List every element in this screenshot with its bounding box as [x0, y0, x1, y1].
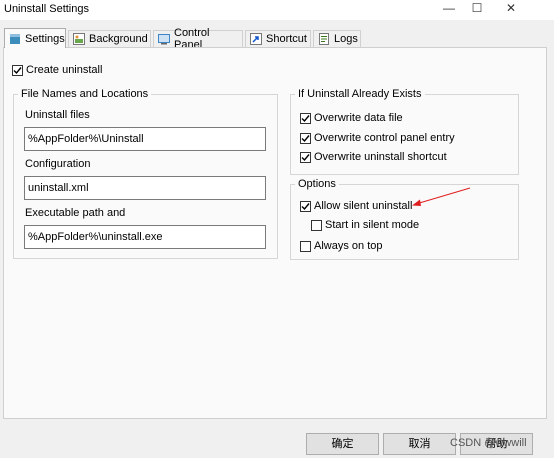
tab-logs-label: Logs	[334, 33, 358, 45]
empty-checkbox-icon	[300, 240, 311, 252]
exec-path-label: Executable path and	[25, 207, 126, 219]
ok-button[interactable]: 确定	[306, 433, 379, 455]
configuration-label: Configuration	[25, 158, 91, 170]
maximize-button[interactable]: ☐	[462, 0, 492, 18]
check-icon	[12, 64, 23, 76]
cancel-button[interactable]: 取消	[383, 433, 456, 455]
uninstall-files-label: Uninstall files	[25, 109, 90, 121]
tab-settings-label: Settings	[25, 32, 65, 45]
tab-background[interactable]: Background	[68, 30, 151, 47]
control-panel-icon	[158, 33, 170, 45]
create-uninstall-label: Create uninstall	[26, 64, 103, 76]
check-icon	[300, 200, 311, 212]
close-button[interactable]: ✕	[496, 0, 526, 18]
window-title: Uninstall Settings	[4, 3, 89, 15]
uninstall-files-input[interactable]: %AppFolder%\Uninstall	[24, 127, 266, 151]
shortcut-icon	[250, 33, 262, 45]
exec-path-input[interactable]: %AppFolder%\uninstall.exe	[24, 225, 266, 249]
background-icon	[73, 33, 85, 45]
tab-settings[interactable]: Settings	[4, 28, 66, 48]
annotation-arrow-icon	[412, 187, 471, 206]
overwrite-data-file-checkbox[interactable]: Overwrite data file	[300, 112, 403, 124]
allow-silent-label: Allow silent uninstall	[314, 200, 413, 212]
start-silent-label: Start in silent mode	[325, 219, 420, 231]
check-icon	[300, 151, 311, 163]
always-on-top-label: Always on top	[314, 240, 383, 252]
check-icon	[300, 112, 311, 124]
tab-shortcut-label: Shortcut	[266, 33, 307, 45]
overwrite-control-panel-checkbox[interactable]: Overwrite control panel entry	[300, 132, 455, 144]
tab-strip: Settings Background Control Panel Shortc…	[0, 27, 554, 51]
allow-silent-checkbox[interactable]: Allow silent uninstall	[300, 200, 412, 212]
overwrite-shortcut-label: Overwrite uninstall shortcut	[314, 151, 447, 163]
logs-icon	[318, 33, 330, 45]
empty-checkbox-icon	[311, 219, 322, 231]
tab-logs[interactable]: Logs	[313, 30, 361, 47]
check-icon	[300, 132, 311, 144]
settings-icon	[9, 33, 21, 45]
overwrite-shortcut-checkbox[interactable]: Overwrite uninstall shortcut	[300, 151, 447, 163]
file-names-legend: File Names and Locations	[21, 88, 149, 100]
start-silent-checkbox[interactable]: Start in silent mode	[311, 219, 419, 231]
options-legend: Options	[298, 178, 336, 190]
tab-control-panel[interactable]: Control Panel	[153, 27, 243, 51]
watermark: CSDN @wwwill	[450, 437, 527, 449]
minimize-button[interactable]: —	[434, 0, 464, 18]
always-on-top-checkbox[interactable]: Always on top	[300, 240, 382, 252]
create-uninstall-checkbox[interactable]: Create uninstall	[12, 64, 102, 76]
already-exists-legend: If Uninstall Already Exists	[298, 88, 422, 100]
configuration-input[interactable]: uninstall.xml	[24, 176, 266, 200]
overwrite-data-file-label: Overwrite data file	[314, 112, 403, 124]
tab-background-label: Background	[89, 33, 148, 45]
tab-shortcut[interactable]: Shortcut	[245, 30, 311, 47]
title-bar: Uninstall Settings — ☐ ✕	[0, 0, 554, 20]
overwrite-control-panel-label: Overwrite control panel entry	[314, 132, 455, 144]
